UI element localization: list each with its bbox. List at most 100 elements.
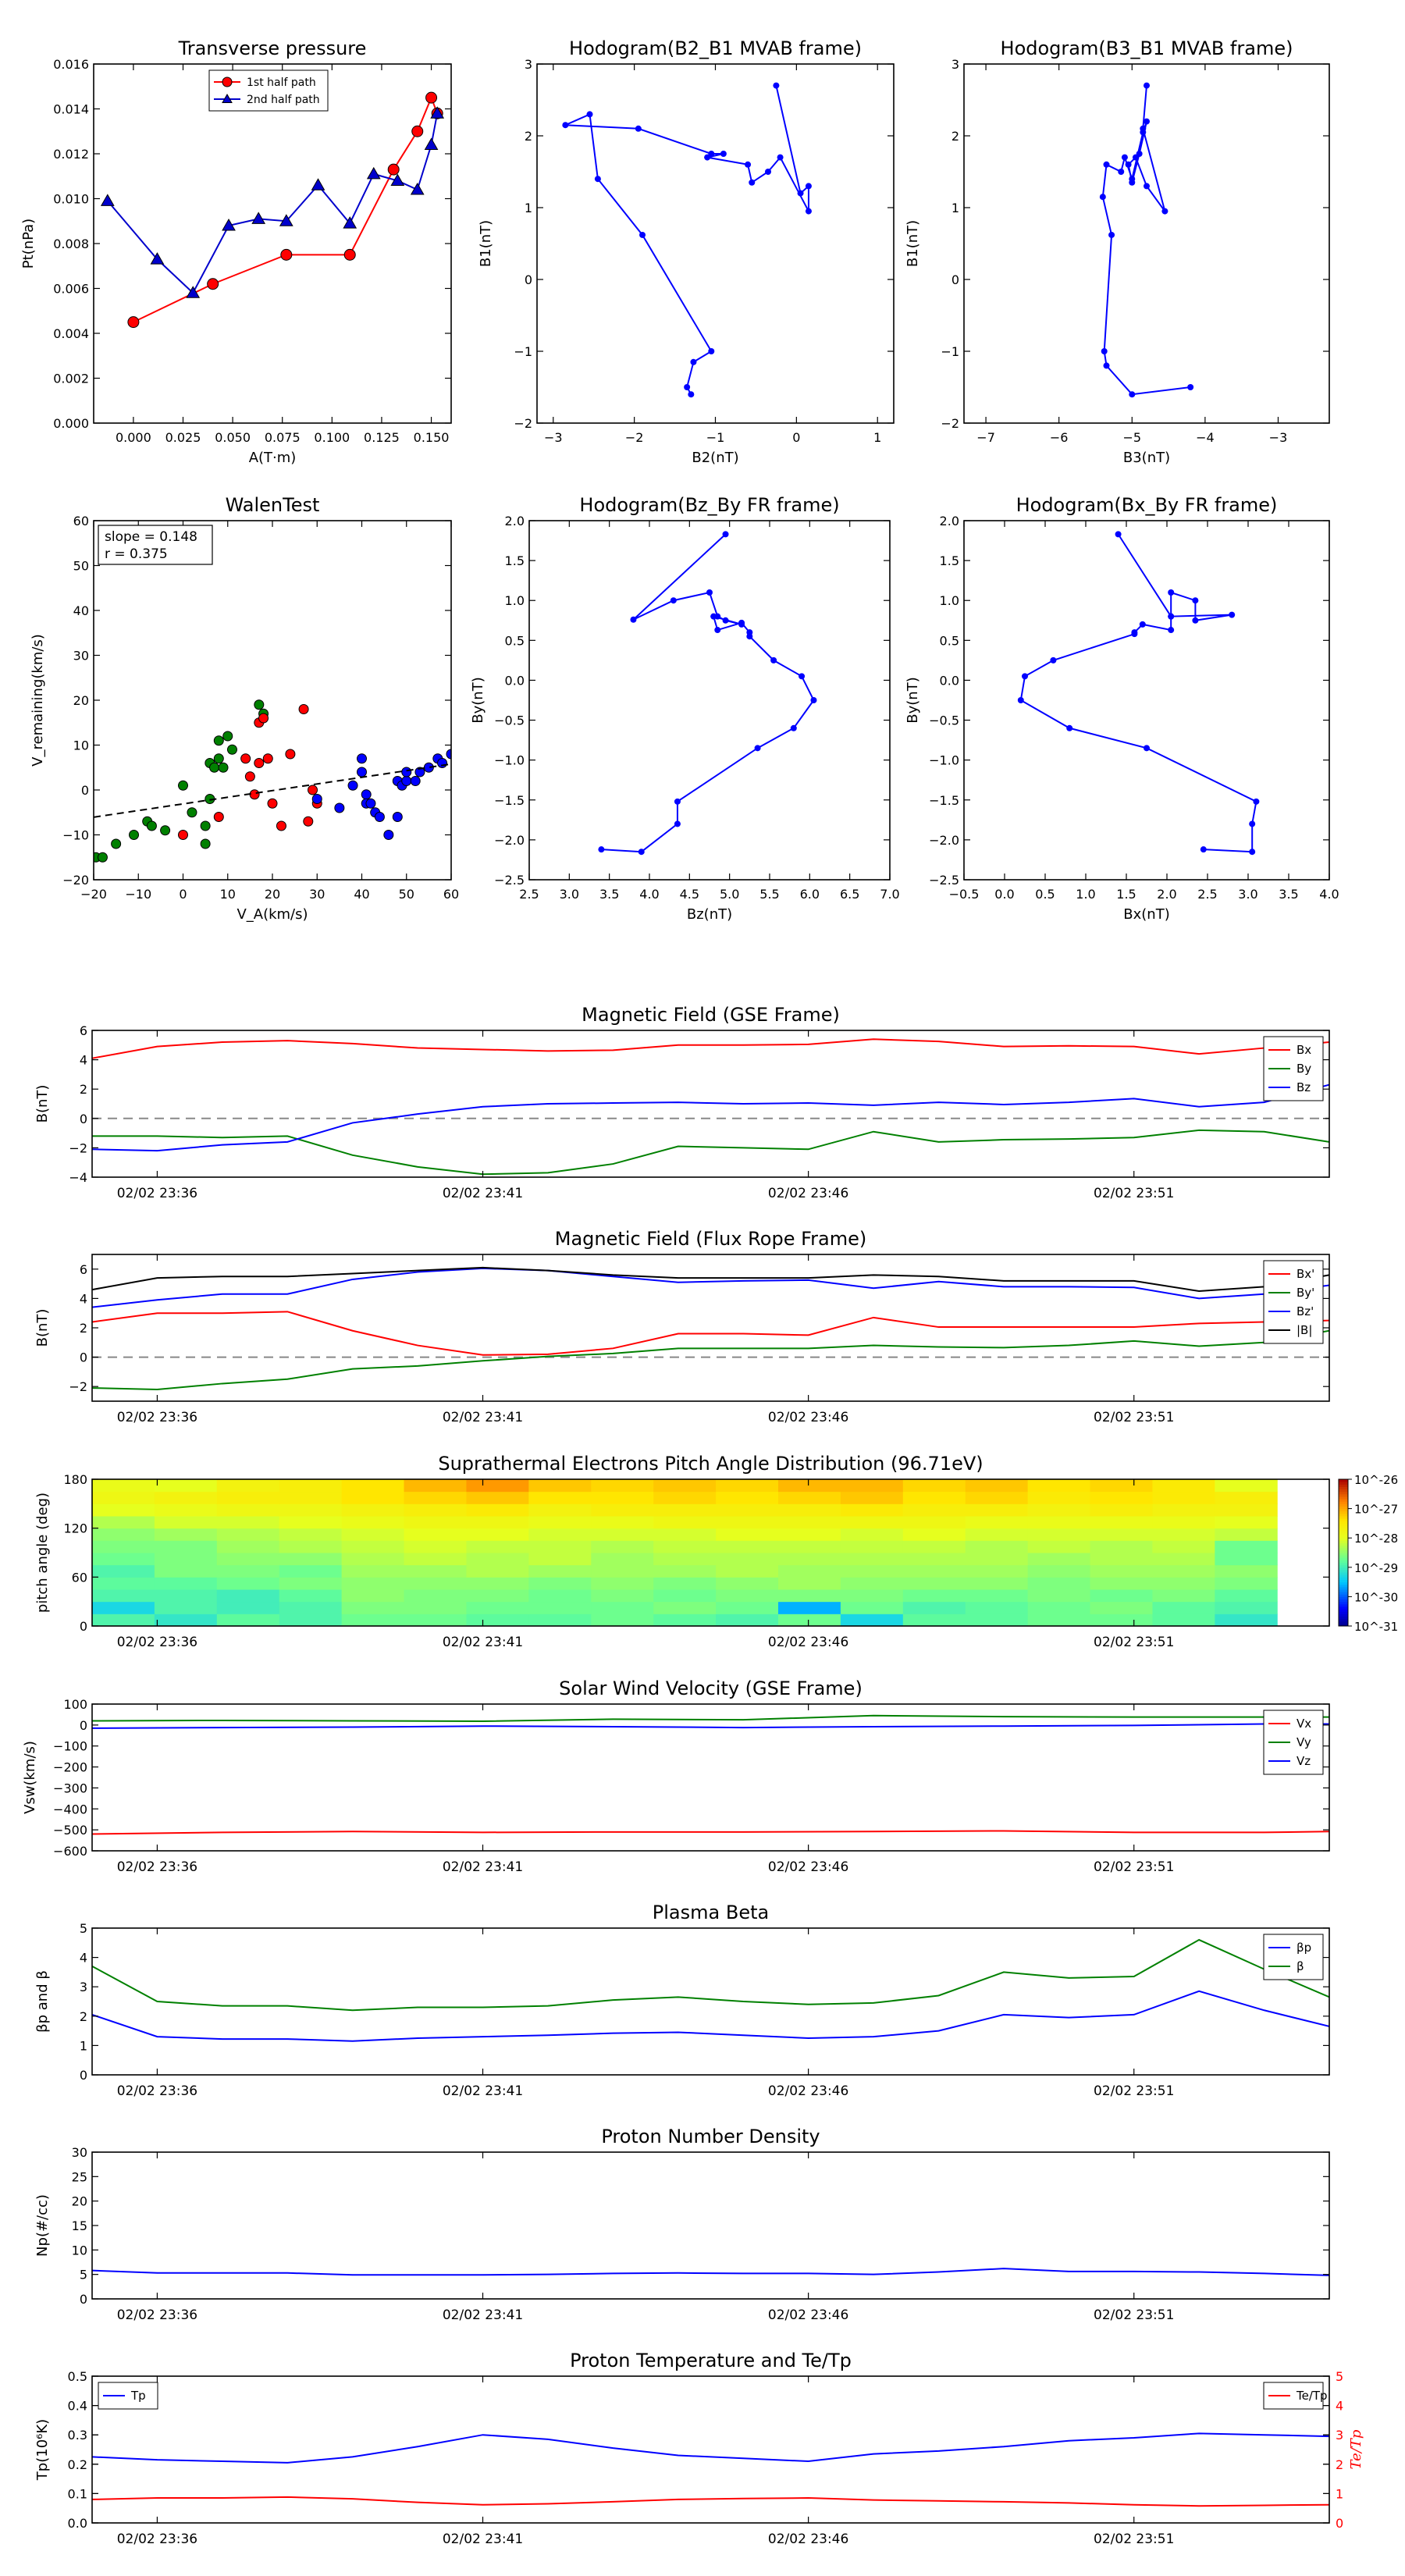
heatmap-cell (965, 1564, 1029, 1578)
data-point (276, 820, 286, 831)
heatmap-cell (216, 1564, 280, 1578)
data-point (1168, 613, 1175, 620)
y-tick-label: 1 (525, 201, 532, 215)
colorbar-segment (1339, 1596, 1348, 1600)
y-tick-label: −2.5 (494, 873, 525, 888)
heatmap-cell (902, 1491, 966, 1504)
colorbar-segment (1339, 1562, 1348, 1566)
colorbar-segment (1339, 1506, 1348, 1510)
y-tick-label: 3 (80, 1980, 87, 1994)
data-marker (424, 137, 439, 150)
data-point (594, 176, 601, 183)
x-tick-label: 02/02 23:46 (768, 1186, 848, 1201)
series-line (92, 2496, 1329, 2507)
heatmap-cell (216, 1528, 280, 1541)
heatmap-cell (466, 1516, 529, 1529)
hodogram-b2-b1-panel: Hodogram(B2_B1 MVAB frame) −2 −1 0 1 2 3 −3 −2 −1… (478, 37, 895, 466)
y-tick-label: 0.5 (505, 633, 525, 648)
y-tick-label: −0.5 (494, 713, 525, 728)
data-point (745, 161, 752, 168)
x-tick-label: 0.025 (165, 430, 201, 445)
y-tick-label: 60 (73, 514, 89, 528)
x-tick-label: 6.0 (800, 887, 820, 902)
data-point (704, 154, 711, 161)
heatmap-cell (777, 1589, 841, 1603)
y-tick-label: 0.5 (68, 2369, 87, 2384)
legend-label: β (1297, 1959, 1304, 1973)
heatmap-cell (902, 1553, 966, 1566)
colorbar-segment (1339, 1482, 1348, 1485)
heatmap-cell (528, 1564, 592, 1578)
y-tick-label: 3 (1336, 2428, 1343, 2443)
colorbar-segment (1339, 1579, 1348, 1583)
plot-frame (93, 63, 452, 424)
y-axis-label: V_remaining(km/s) (30, 634, 46, 767)
y-tick-label: 40 (73, 603, 89, 618)
heatmap-cell (965, 1540, 1029, 1553)
colorbar-segment (1339, 1560, 1348, 1564)
data-point (674, 820, 681, 827)
y-tick-label: −0.5 (929, 713, 959, 728)
heatmap-cell (404, 1528, 467, 1541)
data-point (1121, 154, 1128, 161)
y-tick-label: 20 (72, 2194, 87, 2209)
colorbar-segment (1339, 1540, 1348, 1543)
y-tick-label: 1.0 (505, 593, 525, 608)
data-point (706, 589, 713, 596)
y-tick-label: 0 (80, 2292, 87, 2307)
data-point (586, 111, 593, 118)
data-point (258, 713, 269, 724)
colorbar-tick-label: 10^-26 (1354, 1473, 1398, 1487)
heatmap-cell (840, 1564, 904, 1578)
data-point (1200, 846, 1207, 853)
x-tick-label: 02/02 23:36 (117, 2532, 197, 2547)
y-tick-label: 2 (525, 129, 532, 144)
x-tick-label: 02/02 23:36 (117, 2307, 197, 2323)
data-point (1187, 384, 1194, 390)
y-tick-label: 0 (80, 1718, 87, 1733)
series-line (601, 533, 815, 853)
colorbar-segment (1339, 1484, 1348, 1487)
heatmap-cell (1215, 1491, 1278, 1504)
data-point (1253, 798, 1260, 805)
y-tick-label: 0.004 (53, 326, 89, 341)
data-point (401, 776, 412, 786)
legend-label: By' (1297, 1286, 1314, 1300)
data-point (244, 771, 255, 782)
pad-title: Suprathermal Electrons Pitch Angle Distr… (438, 1453, 983, 1475)
proton-temperature-panel: Proton Temperature and Te/Tp 0.0 0.1 0.2 0.3… (34, 2350, 1364, 2547)
colorbar-segment (1339, 1586, 1348, 1590)
data-point (178, 830, 188, 840)
data-point (754, 745, 761, 752)
y-tick-label: 0.002 (53, 372, 89, 386)
heatmap-cell (528, 1614, 592, 1627)
x-tick-label: 1.5 (1116, 887, 1136, 902)
y-tick-label: 60 (72, 1570, 87, 1585)
x-tick-label: 02/02 23:36 (117, 1859, 197, 1875)
hodogram-bz-by-title: Hodogram(Bz_By FR frame) (579, 494, 839, 516)
heatmap-cell (1090, 1528, 1153, 1541)
heatmap-cell (591, 1601, 654, 1614)
heatmap-cell (404, 1479, 467, 1493)
colorbar-segment (1339, 1574, 1348, 1578)
y-tick-label: −4 (69, 1170, 87, 1185)
y-tick-label: −2.0 (494, 833, 525, 848)
heatmap-cell (341, 1503, 405, 1517)
data-point (311, 794, 322, 804)
heatmap-cell (154, 1528, 218, 1541)
legend: 1st half path 2nd half path (208, 69, 329, 112)
y-tick-label: 4 (80, 1951, 87, 1966)
series-line (92, 2432, 1329, 2464)
heatmap-cell (279, 1528, 343, 1541)
y-tick-label: 1 (951, 201, 959, 215)
heatmap-cell (777, 1516, 841, 1529)
series-line (92, 1830, 1329, 1835)
y-tick-label: 2 (80, 1082, 87, 1097)
heatmap-cell (466, 1589, 529, 1603)
y-tick-label: 0.016 (53, 57, 89, 72)
data-point (1125, 161, 1132, 168)
legend-label: Bx (1297, 1043, 1311, 1057)
data-point (598, 846, 605, 853)
y-tick-label: 2 (951, 129, 959, 144)
data-point (1168, 589, 1175, 596)
